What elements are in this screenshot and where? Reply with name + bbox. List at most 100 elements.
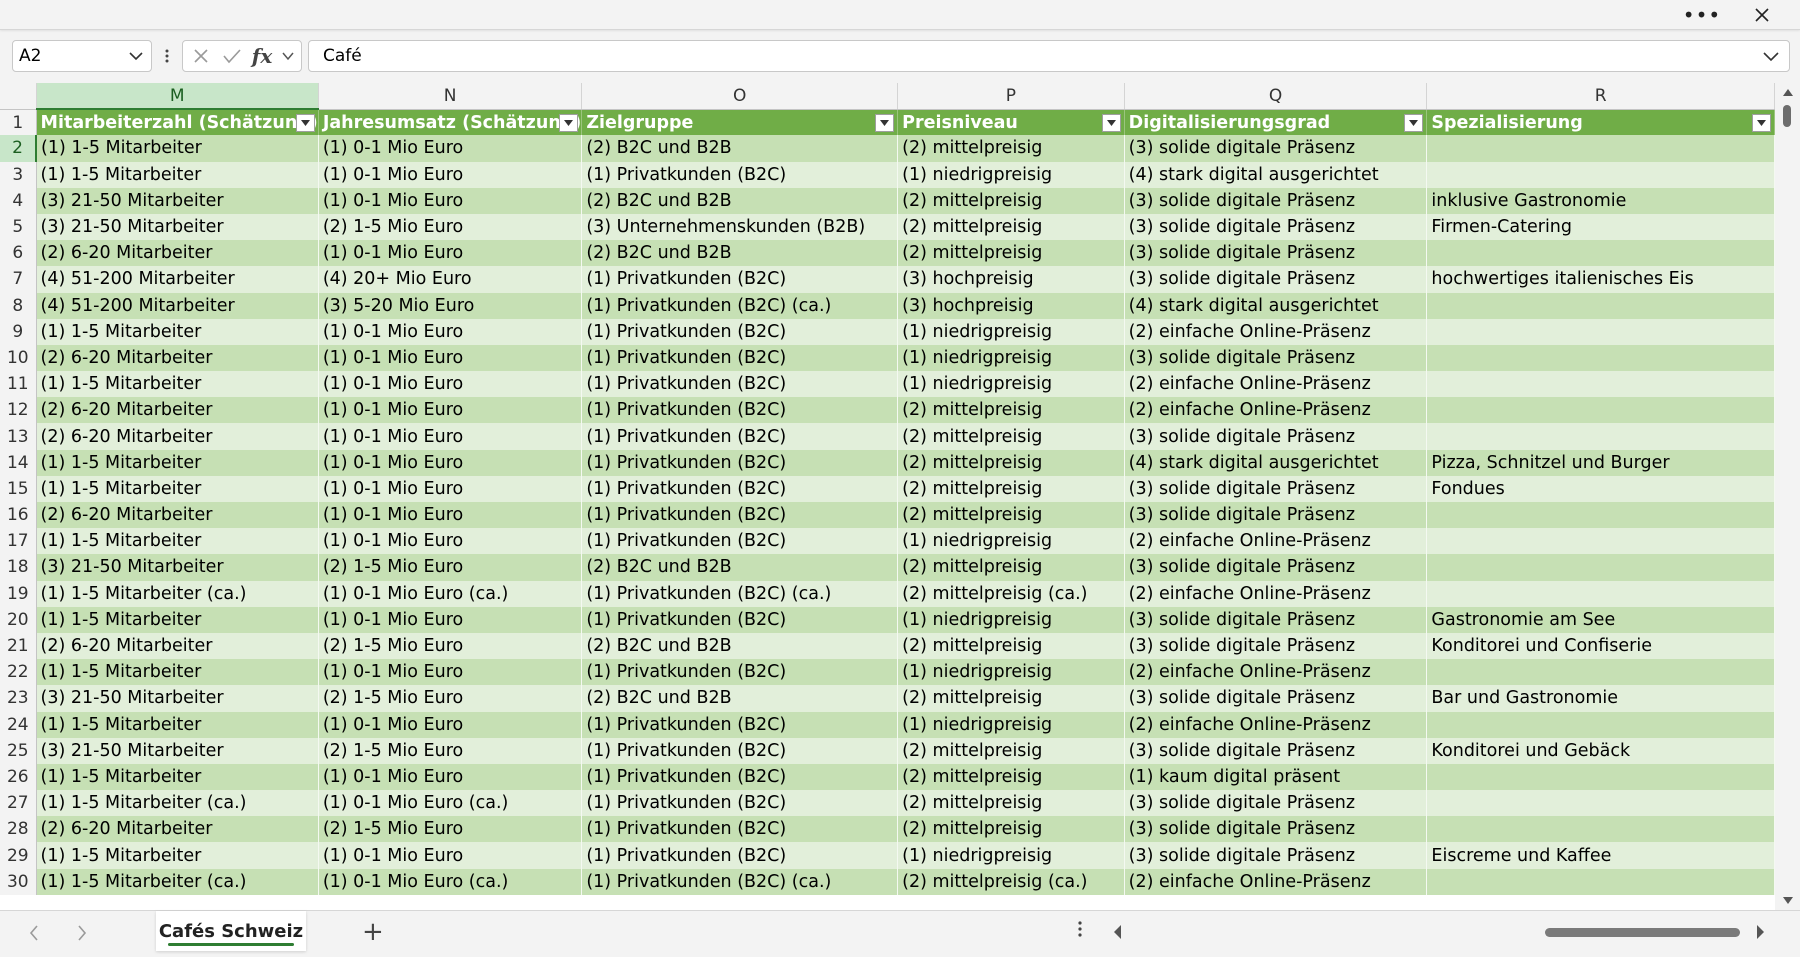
- row-header[interactable]: 18: [0, 554, 37, 581]
- table-cell[interactable]: (1) 1-5 Mitarbeiter: [36, 711, 319, 738]
- row-header[interactable]: 23: [0, 685, 37, 712]
- table-cell[interactable]: (1) 1-5 Mitarbeiter (ca.): [36, 580, 319, 607]
- table-cell[interactable]: (3) solide digitale Präsenz: [1124, 135, 1428, 162]
- row-header[interactable]: 5: [0, 213, 37, 241]
- table-cell[interactable]: Firmen-Catering: [1426, 213, 1775, 241]
- table-cell[interactable]: (2) 6-20 Mitarbeiter: [36, 632, 319, 660]
- row-header[interactable]: 1: [0, 109, 37, 136]
- table-cell[interactable]: (1) 0-1 Mio Euro: [318, 659, 583, 686]
- table-cell[interactable]: (2) 6-20 Mitarbeiter: [36, 816, 319, 843]
- row-header[interactable]: 14: [0, 449, 37, 476]
- table-cell[interactable]: (3) hochpreisig: [897, 292, 1125, 319]
- row-header[interactable]: 2: [0, 135, 38, 162]
- table-cell[interactable]: (1) 1-5 Mitarbeiter: [36, 763, 319, 791]
- row-header[interactable]: 12: [0, 397, 37, 424]
- sheet-options-icon[interactable]: [1078, 919, 1082, 943]
- table-cell[interactable]: (1) 0-1 Mio Euro: [318, 449, 583, 476]
- scroll-right-icon[interactable]: [1756, 924, 1766, 940]
- table-cell[interactable]: (1) Privatkunden (B2C): [581, 344, 899, 372]
- close-icon[interactable]: [1742, 0, 1782, 29]
- table-cell[interactable]: Pizza, Schnitzel und Burger: [1426, 449, 1775, 476]
- row-header[interactable]: 10: [0, 344, 37, 372]
- table-cell[interactable]: (1) 0-1 Mio Euro: [318, 502, 583, 529]
- table-cell[interactable]: (1) Privatkunden (B2C): [581, 842, 899, 869]
- table-cell[interactable]: hochwertiges italienisches Eis: [1426, 266, 1775, 293]
- table-cell[interactable]: (3) 5-20 Mio Euro: [318, 292, 583, 319]
- table-cell[interactable]: (3) solide digitale Präsenz: [1124, 475, 1428, 502]
- table-cell[interactable]: (3) solide digitale Präsenz: [1124, 240, 1428, 267]
- table-cell[interactable]: [1426, 397, 1775, 424]
- table-cell[interactable]: (1) Privatkunden (B2C): [581, 763, 899, 791]
- table-cell[interactable]: (3) solide digitale Präsenz: [1124, 502, 1428, 529]
- row-header[interactable]: 27: [0, 790, 37, 817]
- table-cell[interactable]: (3) solide digitale Präsenz: [1124, 187, 1428, 214]
- table-cell[interactable]: (1) 0-1 Mio Euro: [318, 711, 583, 738]
- table-cell[interactable]: (2) mittelpreisig: [897, 737, 1125, 764]
- table-header-cell[interactable]: Jahresumsatz (Schätzung): [318, 109, 583, 136]
- table-cell[interactable]: (1) Privatkunden (B2C): [581, 659, 899, 686]
- table-cell[interactable]: (1) 0-1 Mio Euro: [318, 135, 583, 162]
- row-header[interactable]: 16: [0, 502, 37, 529]
- table-cell[interactable]: Konditorei und Gebäck: [1426, 737, 1775, 764]
- row-header[interactable]: 30: [0, 868, 37, 895]
- filter-dropdown-icon[interactable]: [1752, 113, 1771, 132]
- table-cell[interactable]: (2) mittelpreisig: [897, 790, 1125, 817]
- row-header[interactable]: 24: [0, 711, 37, 738]
- confirm-icon[interactable]: [219, 41, 245, 71]
- table-cell[interactable]: (1) 0-1 Mio Euro: [318, 344, 583, 372]
- table-cell[interactable]: [1426, 659, 1775, 686]
- table-cell[interactable]: (2) 1-5 Mio Euro: [318, 737, 583, 764]
- formula-input[interactable]: Café: [308, 40, 1790, 72]
- row-header[interactable]: 8: [0, 292, 37, 319]
- table-cell[interactable]: (2) B2C und B2B: [581, 554, 899, 581]
- table-cell[interactable]: (2) mittelpreisig (ca.): [897, 580, 1125, 607]
- table-cell[interactable]: (1) Privatkunden (B2C): [581, 790, 899, 817]
- table-cell[interactable]: (1) 0-1 Mio Euro: [318, 161, 583, 188]
- chevron-down-icon[interactable]: [129, 50, 143, 62]
- filter-dropdown-icon[interactable]: [559, 113, 579, 132]
- table-cell[interactable]: (1) 0-1 Mio Euro: [318, 318, 583, 345]
- table-cell[interactable]: (3) 21-50 Mitarbeiter: [36, 187, 319, 214]
- table-cell[interactable]: [1426, 344, 1775, 372]
- table-header-cell[interactable]: Zielgruppe: [581, 109, 899, 136]
- table-cell[interactable]: (1) niedrigpreisig: [897, 318, 1125, 345]
- more-options-icon[interactable]: •••: [1682, 0, 1722, 29]
- table-cell[interactable]: [1426, 763, 1775, 791]
- table-cell[interactable]: (1) niedrigpreisig: [897, 344, 1125, 372]
- row-header[interactable]: 7: [0, 266, 37, 293]
- table-cell[interactable]: (1) Privatkunden (B2C): [581, 816, 899, 843]
- table-cell[interactable]: (1) Privatkunden (B2C): [581, 528, 899, 555]
- table-cell[interactable]: Fondues: [1426, 475, 1775, 502]
- table-cell[interactable]: (1) niedrigpreisig: [897, 606, 1125, 633]
- table-cell[interactable]: (3) 21-50 Mitarbeiter: [36, 213, 319, 241]
- sheet-tab-cafes-schweiz[interactable]: Cafés Schweiz: [156, 911, 306, 951]
- table-header-cell[interactable]: Digitalisierungsgrad: [1124, 109, 1428, 136]
- table-cell[interactable]: (1) 0-1 Mio Euro (ca.): [318, 868, 583, 895]
- table-cell[interactable]: (1) niedrigpreisig: [897, 371, 1125, 398]
- table-cell[interactable]: (3) Unternehmenskunden (B2B): [581, 213, 899, 241]
- row-header[interactable]: 22: [0, 659, 37, 686]
- table-cell[interactable]: (2) B2C und B2B: [581, 685, 899, 712]
- table-cell[interactable]: (3) 21-50 Mitarbeiter: [36, 737, 319, 764]
- table-header-cell[interactable]: Preisniveau: [897, 109, 1125, 136]
- table-cell[interactable]: (2) 6-20 Mitarbeiter: [36, 344, 319, 372]
- insert-function-icon[interactable]: fx: [247, 41, 277, 71]
- table-cell[interactable]: (2) mittelpreisig: [897, 554, 1125, 581]
- table-cell[interactable]: (1) 0-1 Mio Euro: [318, 371, 583, 398]
- table-cell[interactable]: (4) stark digital ausgerichtet: [1124, 292, 1428, 319]
- row-header[interactable]: 29: [0, 842, 37, 869]
- table-cell[interactable]: (1) Privatkunden (B2C): [581, 266, 899, 293]
- table-cell[interactable]: (3) solide digitale Präsenz: [1124, 344, 1428, 372]
- table-cell[interactable]: (3) hochpreisig: [897, 266, 1125, 293]
- table-cell[interactable]: (1) Privatkunden (B2C) (ca.): [581, 580, 899, 607]
- table-cell[interactable]: (2) 1-5 Mio Euro: [318, 213, 583, 241]
- table-cell[interactable]: (1) 1-5 Mitarbeiter: [36, 318, 319, 345]
- scroll-down-icon[interactable]: [1782, 896, 1794, 906]
- table-cell[interactable]: (2) mittelpreisig: [897, 423, 1125, 450]
- table-cell[interactable]: (2) einfache Online-Präsenz: [1124, 659, 1428, 686]
- column-header-o[interactable]: O: [581, 83, 899, 110]
- table-cell[interactable]: (1) Privatkunden (B2C): [581, 318, 899, 345]
- table-header-cell[interactable]: Spezialisierung: [1426, 109, 1775, 136]
- table-cell[interactable]: (3) solide digitale Präsenz: [1124, 606, 1428, 633]
- table-cell[interactable]: (2) einfache Online-Präsenz: [1124, 711, 1428, 738]
